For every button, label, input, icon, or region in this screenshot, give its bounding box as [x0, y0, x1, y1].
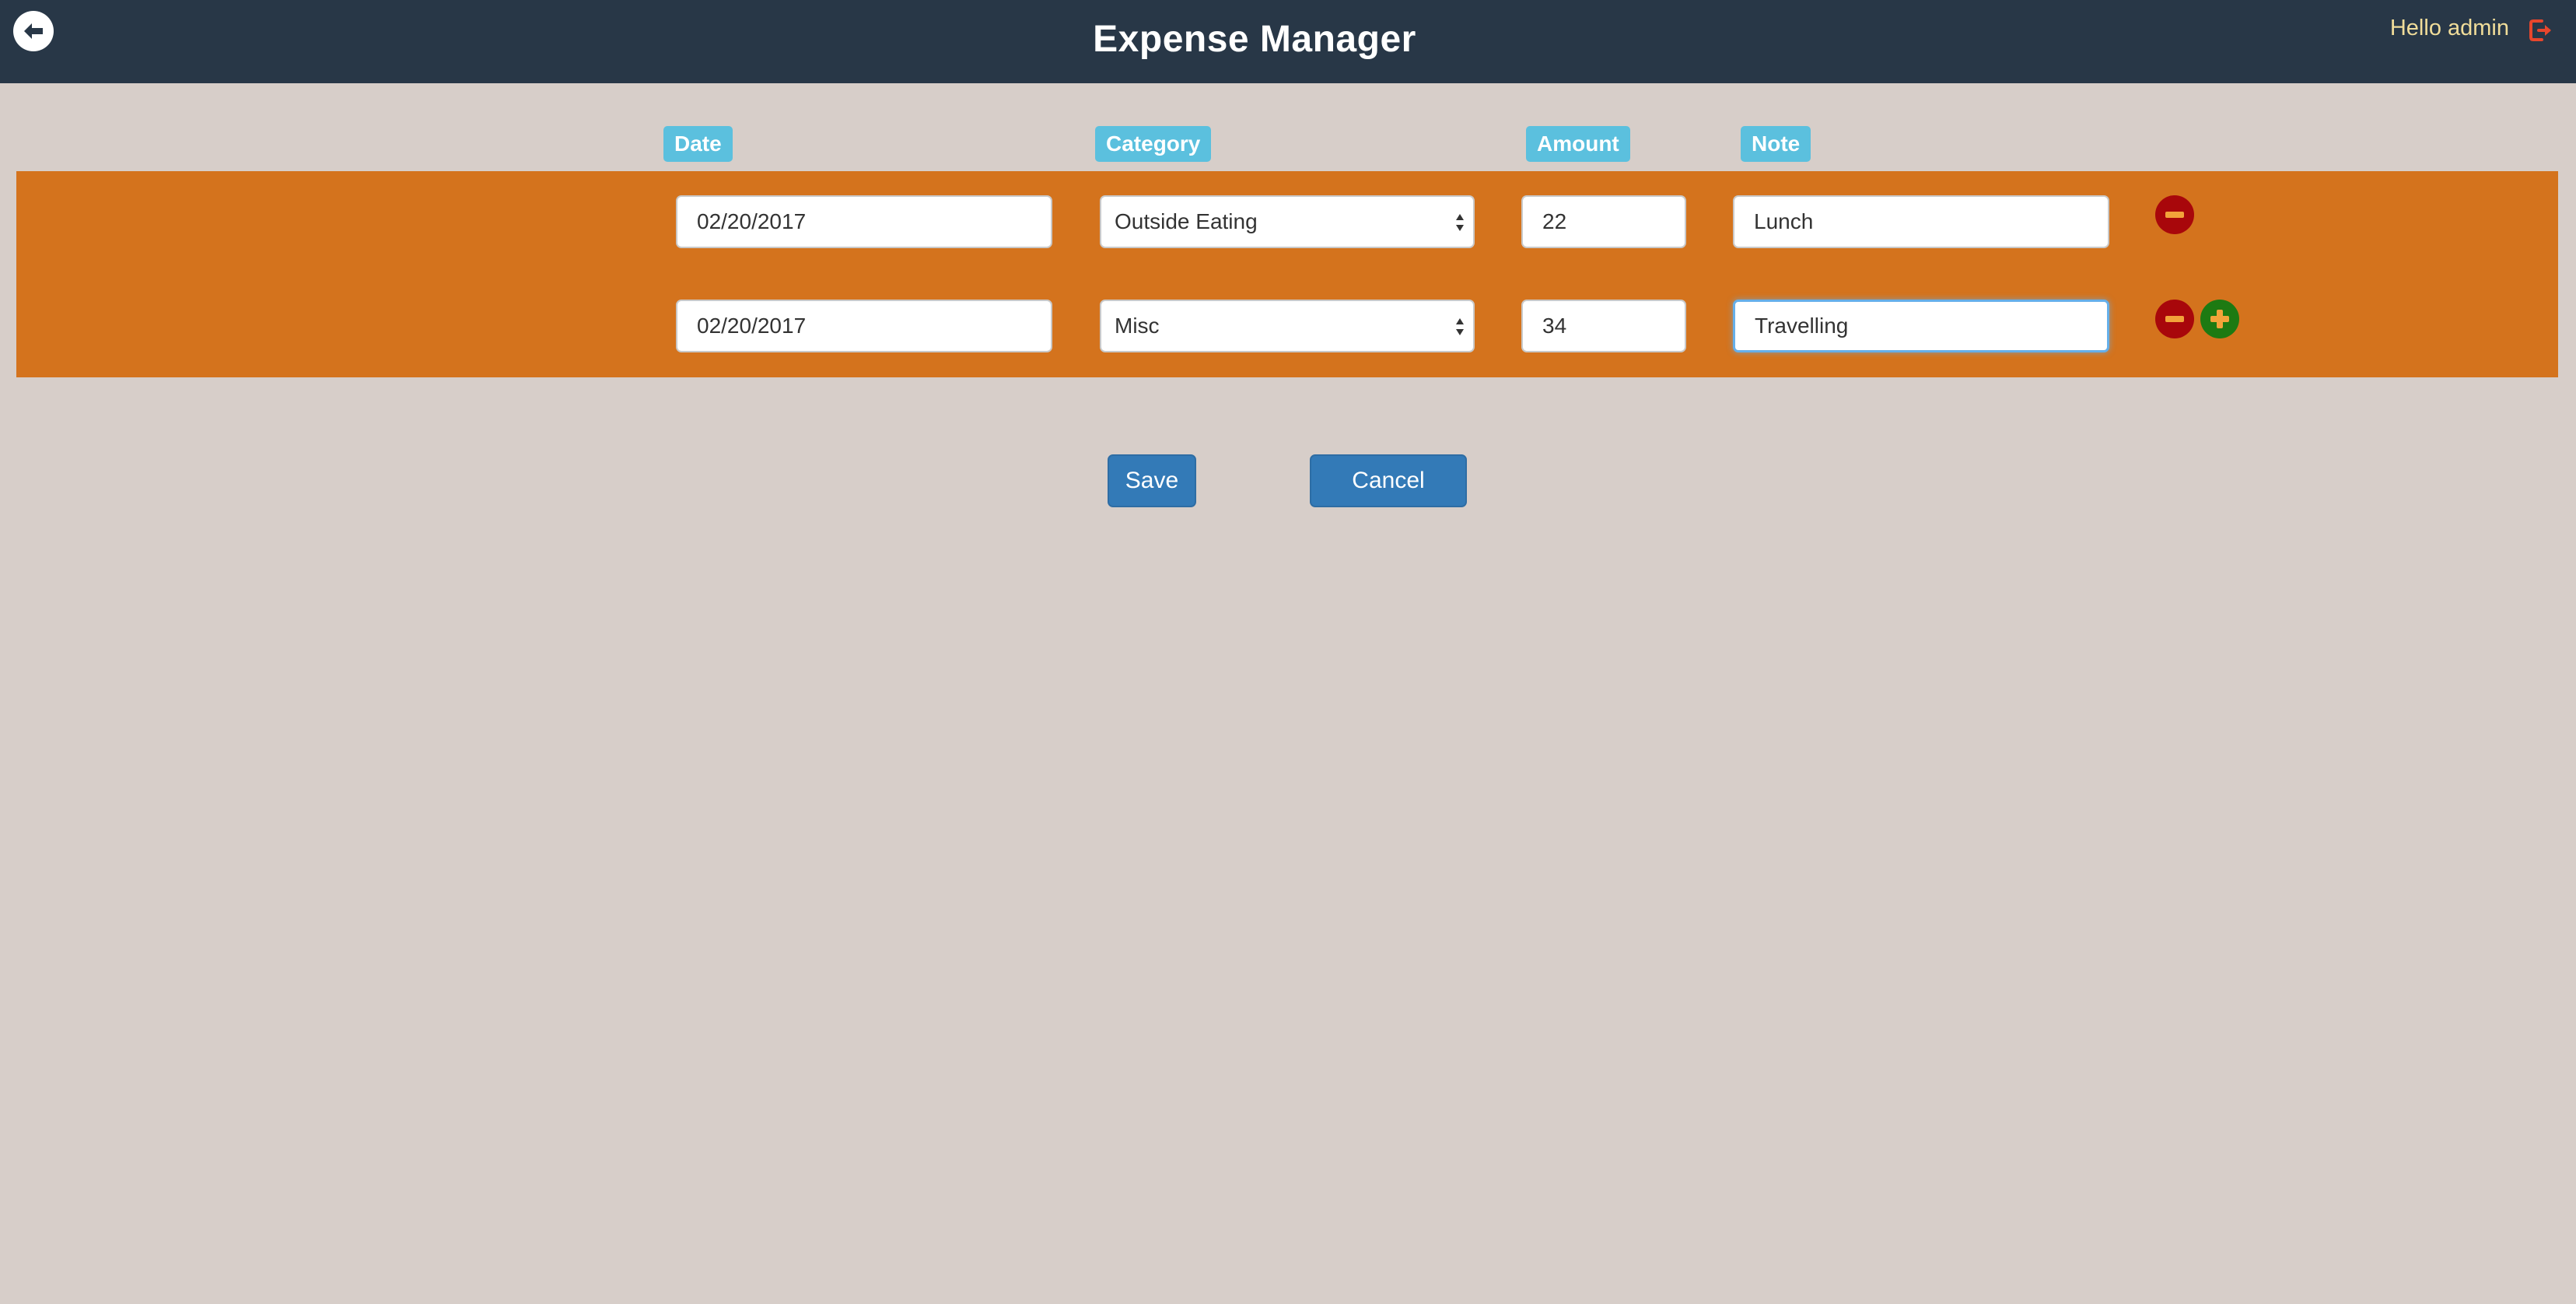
note-input[interactable]: Lunch — [1733, 195, 2109, 248]
column-label-note: Note — [1741, 126, 1811, 162]
page-title: Expense Manager — [1093, 18, 1416, 60]
plus-icon — [2210, 310, 2229, 328]
remove-row-button[interactable] — [2155, 300, 2194, 338]
logout-button[interactable] — [2526, 16, 2556, 45]
amount-input[interactable]: 22 — [1521, 195, 1686, 248]
date-input[interactable]: 02/20/2017 — [676, 300, 1052, 352]
select-arrows-icon — [1456, 318, 1464, 335]
add-row-button[interactable] — [2200, 300, 2239, 338]
category-select-value: Misc — [1115, 314, 1160, 338]
column-label-category: Category — [1095, 126, 1212, 162]
column-label-amount: Amount — [1526, 126, 1630, 162]
sign-out-icon — [2529, 19, 2551, 41]
user-greeting: Hello admin — [2389, 16, 2509, 40]
category-select-value: Outside Eating — [1115, 209, 1258, 233]
remove-row-button[interactable] — [2155, 195, 2194, 234]
note-input[interactable]: Travelling — [1733, 300, 2109, 352]
app-header: Expense Manager Hello admin — [0, 0, 2576, 83]
save-button[interactable]: Save — [1108, 454, 1196, 507]
select-arrows-icon — [1456, 214, 1464, 231]
date-input[interactable]: 02/20/2017 — [676, 195, 1052, 248]
cancel-button[interactable]: Cancel — [1310, 454, 1467, 507]
amount-input[interactable]: 34 — [1521, 300, 1686, 352]
category-select[interactable]: Outside Eating — [1100, 195, 1475, 248]
column-label-date: Date — [663, 126, 733, 162]
category-select[interactable]: Misc — [1100, 300, 1475, 352]
minus-icon — [2165, 212, 2184, 218]
minus-icon — [2165, 316, 2184, 322]
